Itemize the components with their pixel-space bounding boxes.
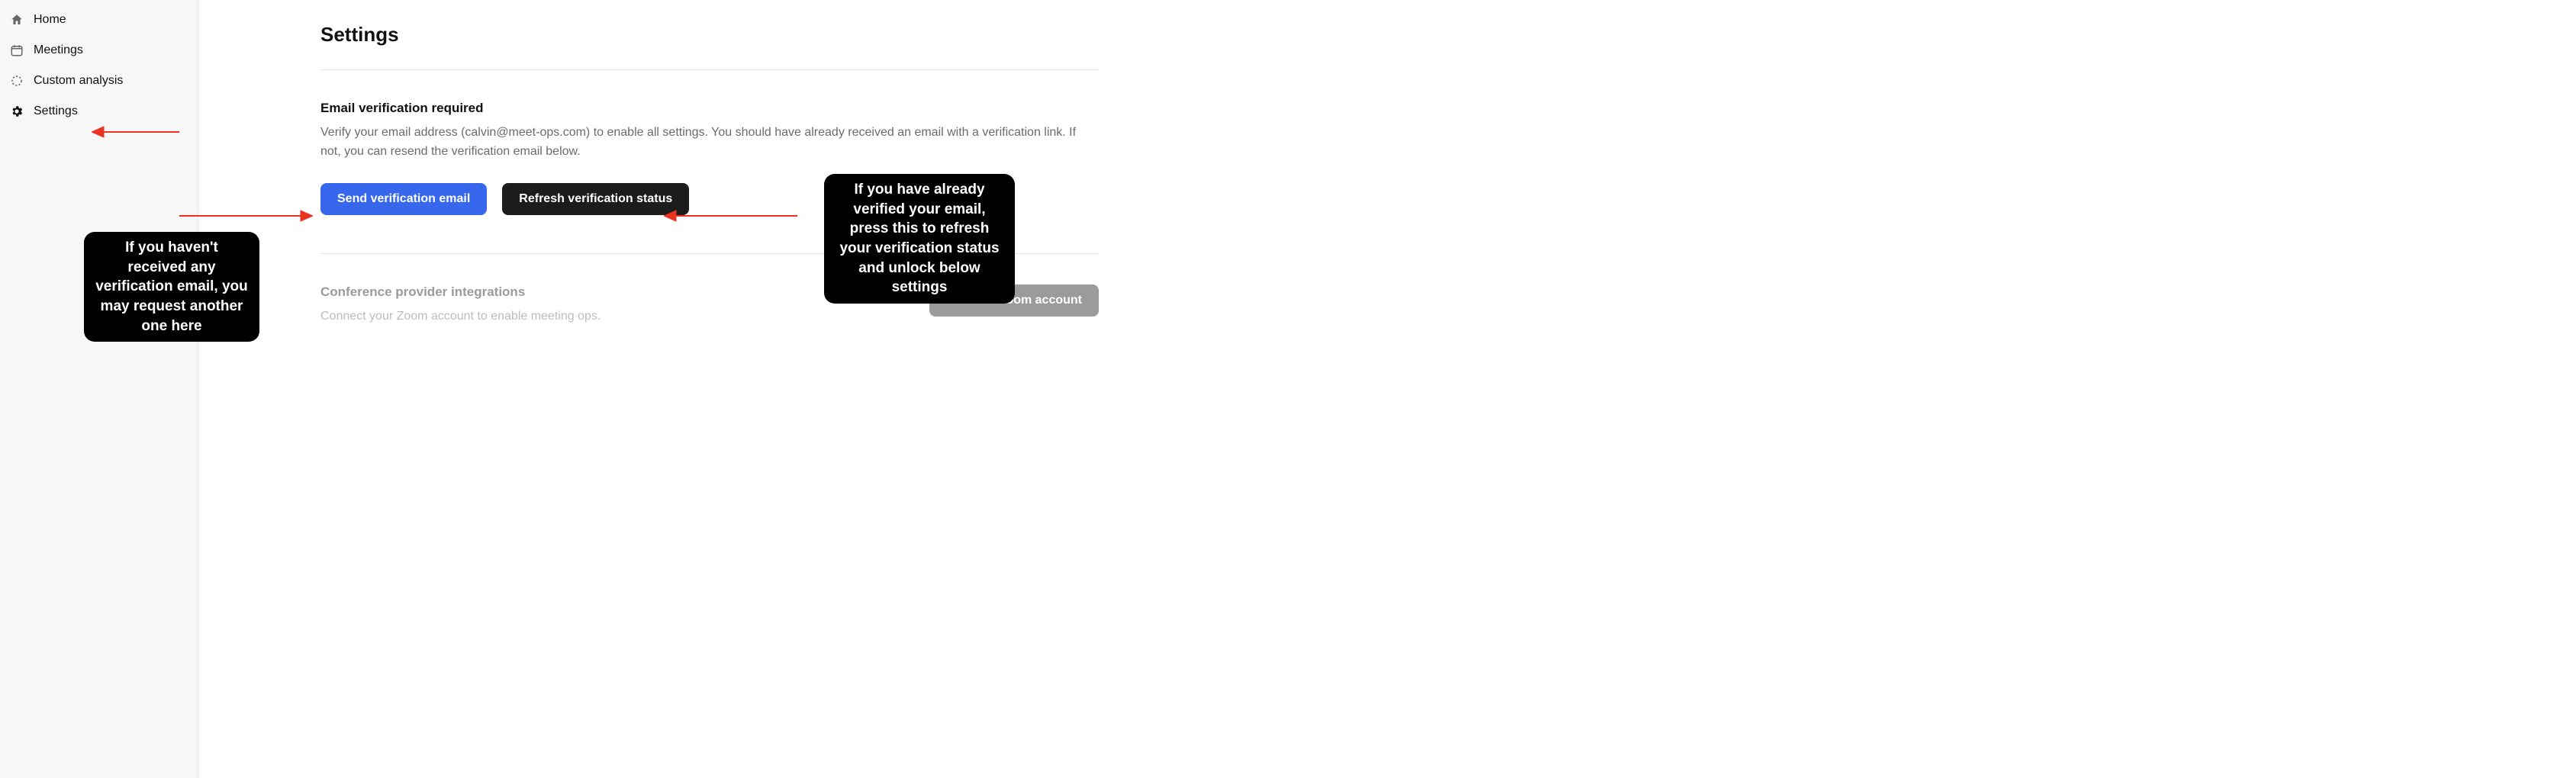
annotation-arrow-to-settings — [92, 121, 183, 143]
page-title: Settings — [320, 23, 1236, 47]
annotation-callout-refresh: If you have already verified your email,… — [824, 174, 1015, 304]
verification-heading: Email verification required — [320, 101, 1236, 116]
refresh-verification-status-button[interactable]: Refresh verification status — [502, 183, 689, 215]
sidebar-item-label: Meetings — [34, 43, 83, 57]
sidebar-item-meetings[interactable]: Meetings — [0, 35, 198, 66]
sidebar-item-label: Home — [34, 13, 66, 27]
sidebar-item-home[interactable]: Home — [0, 5, 198, 35]
calendar-icon — [9, 43, 24, 58]
home-icon — [9, 12, 24, 27]
dashed-circle-icon — [9, 73, 24, 88]
integration-heading: Conference provider integrations — [320, 285, 601, 300]
sidebar-item-custom-analysis[interactable]: Custom analysis — [0, 66, 198, 96]
sidebar-item-label: Custom analysis — [34, 74, 123, 88]
send-verification-email-button[interactable]: Send verification email — [320, 183, 487, 215]
integration-body: Connect your Zoom account to enable meet… — [320, 307, 601, 326]
gear-icon — [9, 104, 24, 119]
annotation-arrow-to-send — [175, 204, 313, 227]
verification-body: Verify your email address (calvin@meet-o… — [320, 124, 1099, 162]
sidebar-item-label: Settings — [34, 104, 78, 118]
annotation-arrow-to-refresh — [664, 204, 801, 227]
main-content: Settings Email verification required Ver… — [198, 0, 2576, 778]
annotation-callout-send: If you haven't received any verification… — [84, 232, 259, 342]
sidebar: Home Meetings Custom analysis Settings — [0, 0, 198, 778]
divider — [320, 69, 1099, 70]
